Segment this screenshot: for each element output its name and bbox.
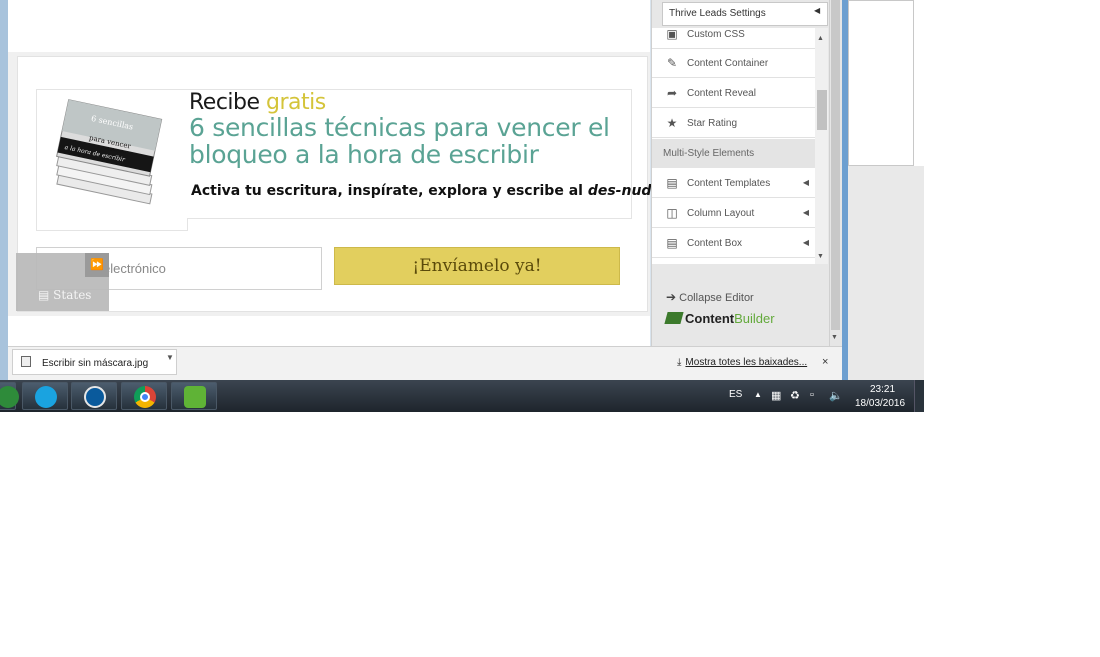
list-scrollbar[interactable] (815, 28, 828, 264)
sidebar-item-content-reveal[interactable]: ➦ Content Reveal (652, 79, 815, 108)
list-scrollbar-thumb[interactable] (817, 90, 827, 130)
volume-muted-icon[interactable]: 🔈 (829, 389, 843, 402)
show-desktop-button[interactable] (914, 380, 924, 412)
dropdown-arrow-icon[interactable]: ▼ (166, 353, 174, 362)
caret-left-icon: ◀ (802, 208, 809, 217)
states-button[interactable]: ▤ States (38, 288, 91, 302)
collapse-editor-button[interactable]: ➔ Collapse Editor (666, 290, 754, 304)
sidebar-item-column-layout[interactable]: ◫ Column Layout ◀ (652, 199, 815, 228)
send-button[interactable]: ¡Envíamelo ya! (334, 247, 620, 285)
download-file-name: Escribir sin máscara.jpg (42, 358, 149, 369)
sidebar-item-content-box[interactable]: ▤ Content Box ◀ (652, 229, 815, 258)
scroll-down-icon[interactable]: ▼ (817, 253, 824, 260)
section-multi-style: Multi-Style Elements (652, 139, 815, 168)
element-list: ▣ Custom CSS ✎ Content Container ➦ Conte… (652, 28, 815, 264)
headline-subtitle: Activa tu escritura, inspírate, explora … (191, 183, 666, 199)
book-stack-image: 6 sencillas para vencer el bloqueo a la … (56, 99, 163, 205)
show-hidden-icons[interactable]: ▲ (754, 390, 762, 399)
book-image-box[interactable]: 6 sencillas para vencer el bloqueo a la … (36, 89, 188, 231)
page-bottom-area (8, 316, 650, 346)
columns-icon: ◫ (666, 206, 678, 220)
states-icon: ▤ (38, 288, 50, 302)
hp-icon (84, 386, 106, 408)
headline-title: 6 sencillas técnicas para vencer el bloq… (189, 113, 610, 169)
scroll-up-icon[interactable]: ▲ (817, 35, 824, 42)
headline-recibe: Recibe gratis (189, 90, 326, 115)
taskbar-chrome[interactable] (121, 382, 167, 410)
background-panel (848, 0, 914, 166)
arrow-right-icon: ➔ (666, 290, 677, 304)
sidebar-item-content-container[interactable]: ✎ Content Container (652, 49, 815, 78)
taskbar-app-partial[interactable] (0, 382, 19, 410)
language-indicator[interactable]: ES (729, 389, 742, 400)
image-file-icon (21, 356, 31, 367)
show-all-downloads-link[interactable]: ⤓ Mostra totes les baixades... (677, 357, 807, 368)
caret-left-icon: ◀ (802, 178, 809, 187)
taskbar-skype[interactable] (22, 382, 68, 410)
window-left-border (0, 0, 8, 380)
chrome-icon (134, 386, 156, 408)
scroll-down-icon[interactable]: ▼ (831, 334, 838, 341)
background-lower (848, 166, 924, 380)
windows-icon[interactable]: ▦ (771, 389, 781, 402)
caret-left-icon: ◀ (802, 238, 809, 247)
clock-time[interactable]: 23:21 (870, 384, 895, 395)
sidebar-item-star-rating[interactable]: ★ Star Rating (652, 109, 815, 138)
clock-date[interactable]: 18/03/2016 (855, 398, 905, 409)
close-download-bar-button[interactable]: × (822, 356, 828, 368)
taskbar-evernote[interactable] (171, 382, 217, 410)
headline-gratis: gratis (266, 90, 326, 115)
css-icon: ▣ (666, 28, 678, 41)
signal-icon[interactable]: ▫ (810, 389, 814, 401)
document-icon: ▤ (666, 176, 678, 190)
sidebar-item-content-templates[interactable]: ▤ Content Templates ◀ (652, 169, 815, 198)
page-top-area (8, 0, 650, 52)
brand-mark-icon (664, 312, 684, 324)
download-icon: ⤓ (677, 357, 682, 368)
box-icon: ▤ (666, 236, 678, 250)
edit-icon: ✎ (666, 56, 678, 70)
network-share-icon[interactable]: ♻ (790, 389, 800, 402)
caret-left-icon: ◀ (814, 6, 821, 15)
sidebar-item-custom-css[interactable]: ▣ Custom CSS (652, 28, 815, 49)
star-icon: ★ (666, 116, 678, 130)
skype-icon (35, 386, 57, 408)
page-scrollbar-thumb[interactable] (831, 0, 840, 330)
evernote-icon (184, 386, 206, 408)
taskbar-hp[interactable] (71, 382, 117, 410)
settings-select[interactable]: Thrive Leads Settings (662, 2, 828, 26)
share-arrow-icon: ➦ (666, 86, 678, 100)
states-expand-icon[interactable]: ⏩ (85, 253, 109, 277)
content-builder-logo: ContentBuilder (664, 311, 775, 326)
